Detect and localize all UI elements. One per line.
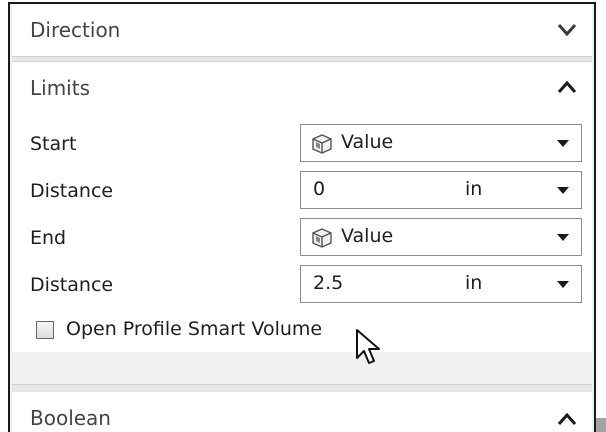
end-distance-unit[interactable]: in bbox=[465, 272, 482, 294]
chevron-up-icon[interactable] bbox=[556, 76, 578, 98]
end-distance-label: Distance bbox=[30, 274, 114, 296]
open-profile-smart-volume-label[interactable]: Open Profile Smart Volume bbox=[66, 318, 322, 340]
section-header-boolean[interactable]: Boolean bbox=[12, 392, 592, 432]
properties-panel: Direction Limits Start Value Distance 0 … bbox=[8, 2, 596, 432]
caret-down-icon[interactable] bbox=[557, 140, 569, 147]
start-distance-value[interactable]: 0 bbox=[313, 178, 325, 200]
caret-down-icon[interactable] bbox=[557, 187, 569, 194]
section-title-limits: Limits bbox=[30, 76, 90, 100]
section-header-limits[interactable]: Limits bbox=[12, 62, 592, 114]
start-distance-unit[interactable]: in bbox=[465, 178, 482, 200]
end-type-dropdown[interactable]: Value bbox=[300, 218, 582, 256]
mouse-pointer-icon bbox=[356, 329, 380, 364]
open-profile-smart-volume-row[interactable]: Open Profile Smart Volume bbox=[12, 312, 592, 352]
properties-panel-content: Direction Limits Start Value Distance 0 … bbox=[12, 4, 592, 352]
section-divider bbox=[12, 384, 592, 392]
chevron-down-icon[interactable] bbox=[556, 18, 578, 40]
section-title-direction: Direction bbox=[30, 18, 121, 42]
open-profile-smart-volume-checkbox[interactable] bbox=[36, 321, 54, 339]
start-distance-input[interactable]: 0 in bbox=[300, 171, 582, 209]
start-type-dropdown[interactable]: Value bbox=[300, 124, 582, 162]
start-type-value: Value bbox=[341, 131, 394, 153]
limits-start-distance-row: Distance 0 in bbox=[12, 171, 592, 209]
chevron-up-icon[interactable] bbox=[556, 408, 578, 430]
end-distance-value[interactable]: 2.5 bbox=[313, 272, 343, 294]
caret-down-icon[interactable] bbox=[557, 234, 569, 241]
end-label: End bbox=[30, 227, 67, 249]
start-distance-label: Distance bbox=[30, 180, 114, 202]
section-title-boolean: Boolean bbox=[30, 406, 111, 430]
caret-down-icon[interactable] bbox=[557, 281, 569, 288]
limits-end-row: End Value bbox=[12, 218, 592, 256]
cube-icon bbox=[312, 134, 332, 154]
limits-start-row: Start Value bbox=[12, 124, 592, 162]
start-label: Start bbox=[30, 133, 77, 155]
section-header-direction[interactable]: Direction bbox=[12, 4, 592, 56]
end-distance-input[interactable]: 2.5 in bbox=[300, 265, 582, 303]
end-type-value: Value bbox=[341, 225, 394, 247]
limits-end-distance-row: Distance 2.5 in bbox=[12, 265, 592, 303]
cube-icon bbox=[312, 228, 332, 248]
